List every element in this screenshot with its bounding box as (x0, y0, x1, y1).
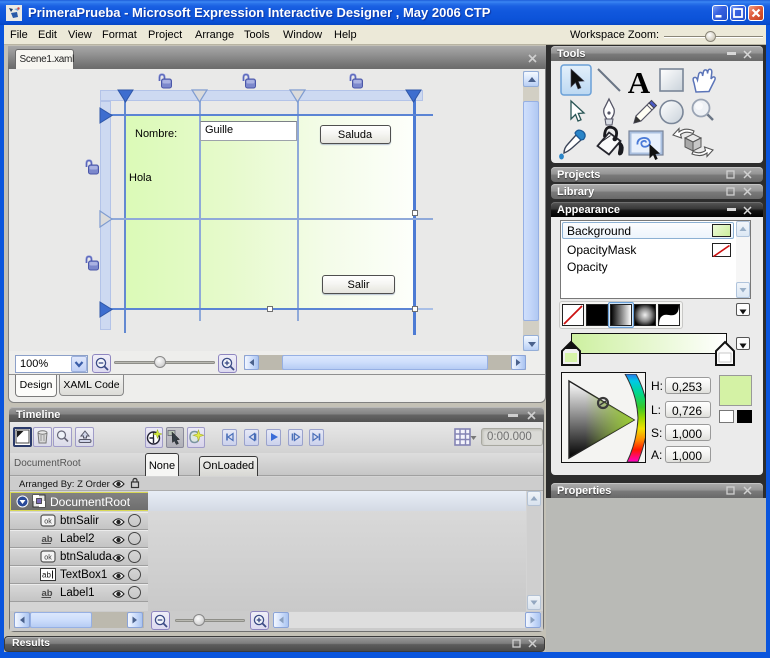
svg-text:A: A (628, 65, 651, 100)
